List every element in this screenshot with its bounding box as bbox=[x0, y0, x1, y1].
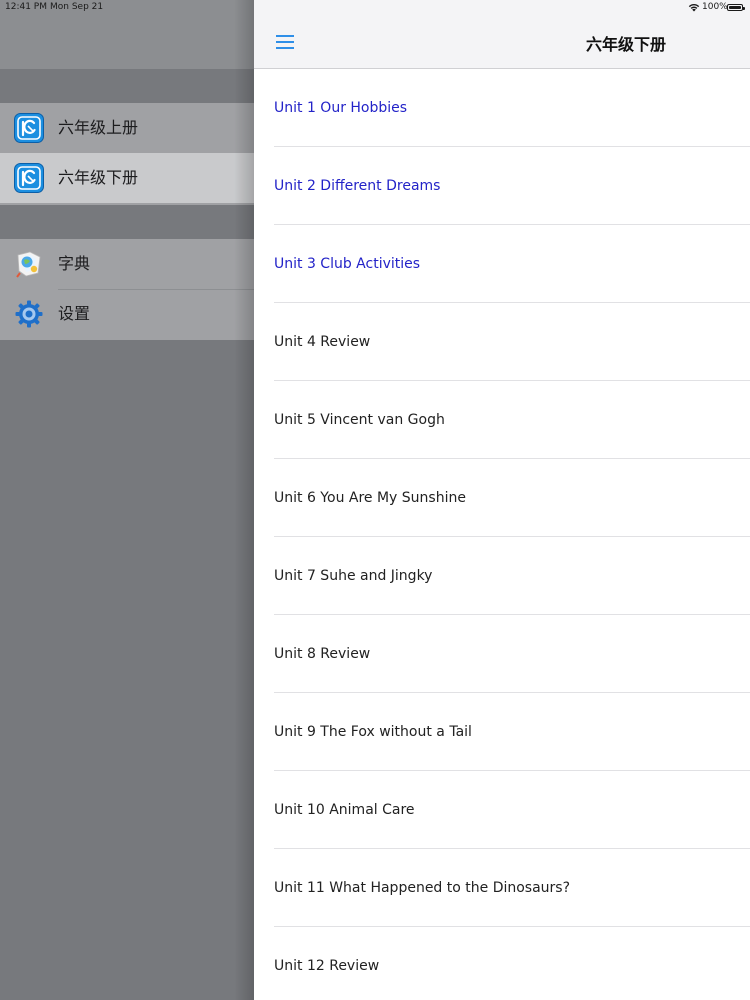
list-item[interactable]: Unit 1 Our Hobbies bbox=[254, 69, 750, 147]
list-item[interactable]: Unit 2 Different Dreams bbox=[254, 147, 750, 225]
sidebar: 六年级上册 六年级下册 字典 设置 bbox=[0, 0, 254, 1000]
status-time: 12:41 PM bbox=[5, 2, 47, 12]
list-item[interactable]: Unit 10 Animal Care bbox=[254, 771, 750, 849]
sidebar-item-label: 六年级下册 bbox=[58, 168, 139, 187]
status-bar: 12:41 PM Mon Sep 21 100% bbox=[0, 0, 750, 16]
sidebar-tool-group: 字典 设置 bbox=[0, 239, 254, 340]
list-item[interactable]: Unit 6 You Are My Sunshine bbox=[254, 459, 750, 537]
unit-label: Unit 3 Club Activities bbox=[274, 256, 421, 272]
unit-label: Unit 6 You Are My Sunshine bbox=[274, 490, 466, 506]
menu-button[interactable] bbox=[276, 35, 296, 51]
list-item[interactable]: Unit 9 The Fox without a Tail bbox=[254, 693, 750, 771]
hamburger-icon-bar bbox=[276, 41, 294, 43]
unit-label: Unit 4 Review bbox=[274, 334, 371, 350]
list-item[interactable]: Unit 7 Suhe and Jingky bbox=[254, 537, 750, 615]
wifi-icon bbox=[688, 3, 700, 12]
unit-label: Unit 8 Review bbox=[274, 646, 371, 662]
sidebar-item-grade6-vol2[interactable]: 六年级下册 bbox=[0, 153, 254, 203]
battery-icon bbox=[727, 4, 745, 11]
book-app-icon bbox=[14, 113, 44, 143]
unit-label: Unit 5 Vincent van Gogh bbox=[274, 412, 445, 428]
unit-list: Unit 1 Our Hobbies Unit 2 Different Dream… bbox=[254, 69, 750, 1000]
unit-label: Unit 7 Suhe and Jingky bbox=[274, 568, 433, 584]
list-item[interactable]: Unit 3 Club Activities bbox=[254, 225, 750, 303]
unit-label: Unit 2 Different Dreams bbox=[274, 178, 441, 194]
sidebar-item-label: 六年级上册 bbox=[58, 118, 139, 137]
list-item[interactable]: Unit 11 What Happened to the Dinosaurs? bbox=[254, 849, 750, 927]
list-item[interactable]: Unit 4 Review bbox=[254, 303, 750, 381]
battery-percent: 100% bbox=[702, 2, 728, 12]
page-title: 六年级下册 bbox=[586, 35, 667, 54]
unit-label: Unit 10 Animal Care bbox=[274, 802, 415, 818]
list-item[interactable]: Unit 12 Review bbox=[254, 927, 750, 1000]
gear-icon bbox=[15, 300, 43, 328]
sidebar-item-label: 字典 bbox=[58, 254, 91, 273]
hamburger-icon-bar bbox=[276, 47, 294, 49]
unit-label: Unit 12 Review bbox=[274, 958, 380, 974]
unit-label: Unit 9 The Fox without a Tail bbox=[274, 724, 472, 740]
dictionary-icon bbox=[16, 251, 41, 278]
status-date: Mon Sep 21 bbox=[50, 2, 104, 12]
sidebar-item-settings[interactable]: 设置 bbox=[0, 289, 254, 339]
sidebar-item-grade6-vol1[interactable]: 六年级上册 bbox=[0, 103, 254, 153]
main-panel: 六年级下册 Unit 1 Our Hobbies Unit 2 Different… bbox=[254, 0, 750, 1000]
hamburger-icon-bar bbox=[276, 35, 294, 37]
book-app-icon bbox=[14, 163, 44, 193]
sidebar-book-group: 六年级上册 六年级下册 bbox=[0, 103, 254, 205]
sidebar-item-dictionary[interactable]: 字典 bbox=[0, 239, 254, 289]
list-item[interactable]: Unit 8 Review bbox=[254, 615, 750, 693]
unit-label: Unit 1 Our Hobbies bbox=[274, 100, 408, 116]
unit-label: Unit 11 What Happened to the Dinosaurs? bbox=[274, 880, 571, 896]
sidebar-shadow bbox=[234, 0, 254, 1000]
list-item[interactable]: Unit 5 Vincent van Gogh bbox=[254, 381, 750, 459]
sidebar-item-label: 设置 bbox=[58, 304, 91, 323]
